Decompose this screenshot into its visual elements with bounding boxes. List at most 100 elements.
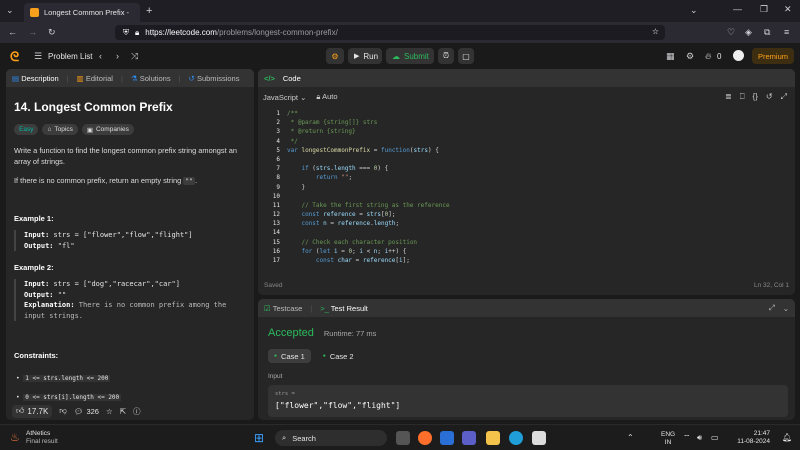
widget-news[interactable]: AtNetics Final result [26,430,58,446]
reload-icon[interactable]: ↻ [48,27,56,38]
tab-editorial[interactable]: ▥ Editorial [77,74,113,83]
extension-icon[interactable]: ◈ [745,27,752,38]
menu-icon[interactable]: ≡ [784,27,789,37]
edge-icon[interactable] [509,431,523,445]
dropbox-icon[interactable] [440,431,454,445]
next-problem-icon[interactable]: › [116,51,119,61]
dislike-button[interactable]: 👎︎ [59,406,67,416]
windows-start-icon[interactable]: ⊞ [254,431,264,445]
result-tabs: ☑ Testcase | >_ Test Result ⤢ ⌄ [258,299,795,317]
language-indicator[interactable]: ENG IN [661,431,675,447]
code-editor[interactable]: 1 2 3 4 5 6 7 8 9 10 11 12 13 14 15 16 1… [258,109,795,272]
submit-button[interactable]: ☁ Submit [386,48,434,64]
line-numbers: 1 2 3 4 5 6 7 8 9 10 11 12 13 14 15 16 1… [272,110,280,264]
problem-list-icon[interactable]: ☰ [34,51,42,62]
shuffle-icon[interactable]: ⤨ [131,51,138,62]
like-button[interactable]: 👍︎ 17.7K [12,404,53,418]
notes-button[interactable]: ▢ [458,48,474,64]
problem-list-link[interactable]: Problem List [48,52,92,61]
checkbox-icon: ☑ [264,303,271,313]
url-bar[interactable]: ⛨ 🔒︎ https://leetcode.com/problems/longe… [115,25,665,40]
tab-description[interactable]: ▤ Description [12,74,59,83]
store-icon[interactable] [532,431,546,445]
minimize-icon[interactable]: — [733,4,742,14]
favorite-star-icon[interactable]: ☆ [106,407,113,416]
new-tab-icon[interactable]: + [146,5,152,17]
battery-icon[interactable]: ▭ [711,433,719,442]
tab-title: Longest Common Prefix - Leet [44,8,129,17]
premium-button[interactable]: Premium [752,48,794,64]
streak-count: 0 [717,52,722,61]
prev-problem-icon[interactable]: ‹ [99,51,102,61]
browser-tab[interactable]: Longest Common Prefix - Leet ✕ [24,3,140,22]
lock-icon: 🔒︎ [316,92,321,101]
pass-dot-icon: ● [322,353,326,359]
collapse-icon[interactable]: ⌄ [783,304,789,313]
pocket-icon[interactable]: ♡ [727,27,735,38]
maximize-icon[interactable]: ❐ [760,4,768,15]
volume-icon[interactable]: 🔊︎ [697,433,702,443]
premium-label: Premium [757,51,788,61]
bookmark-star-icon[interactable]: ☆ [652,27,659,36]
fullscreen-icon[interactable]: ⤢ [781,92,787,102]
accepted-status: Accepted [268,327,314,339]
task-view-icon[interactable] [396,431,410,445]
layout-icon[interactable]: ▦ [666,51,675,62]
code-header: </> Code [258,69,795,87]
clock[interactable]: 21:47 11-08-2024 [724,430,770,446]
alarm-button[interactable]: ⏰︎ [438,48,454,64]
tray-chevron-icon[interactable]: ⌃ [627,433,634,442]
tab-overflow-icon[interactable]: ⌄ [690,5,698,16]
leetcode-favicon-icon [30,8,39,17]
forward-icon[interactable]: → [28,27,37,37]
language-select[interactable]: JavaScript ⌄ [263,93,306,102]
editor-options: JavaScript ⌄ 🔒︎ Auto [263,92,338,102]
notification-bell-icon[interactable]: 🔔︎ [782,433,792,442]
taskbar-search[interactable]: ⌕ Search [275,430,387,446]
leetcode-logo-icon[interactable]: ᘓ [10,49,22,64]
teams-icon[interactable] [462,431,476,445]
browser-nav-bar: ← → ↻ ⛨ 🔒︎ https://leetcode.com/problems… [0,22,800,43]
example2-title: Example 2: [14,263,54,272]
debug-button[interactable]: ⚙ [326,48,344,64]
tab-submissions[interactable]: ↺ Submissions [189,74,240,83]
settings-gear-icon[interactable]: ⚙ [686,51,694,62]
expand-icon[interactable]: ⤢ [769,303,775,313]
file-explorer-icon[interactable] [486,431,500,445]
url-domain: https://leetcode.com [145,28,217,37]
code-title: Code [282,73,301,83]
streak-fire-icon[interactable]: 🔥︎ [705,51,712,62]
topics-chip[interactable]: ⌂ Topics [42,124,78,135]
tab-list-icon[interactable]: ⌄ [6,5,14,16]
firefox-icon[interactable] [418,431,432,445]
back-icon[interactable]: ← [8,27,17,37]
editor-tools: ≣ ⎕ {} ↺ ⤢ [725,92,787,102]
tab-test-result[interactable]: >_ Test Result [320,304,368,313]
share-icon[interactable]: ⇱ [120,407,126,416]
submit-label: Submit [404,51,429,61]
extensions-puzzle-icon[interactable]: ⧉ [764,27,770,38]
tab-solutions[interactable]: ⚗ Solutions [131,74,171,83]
reset-icon[interactable]: ↺ [766,92,773,102]
format-icon[interactable]: ≣ [725,92,732,102]
weather-icon[interactable]: ♨ [10,431,20,444]
comments-button[interactable]: 💬︎ 326 [74,407,99,416]
comment-icon: 💬︎ [73,406,84,416]
play-icon: ▶ [354,53,360,60]
companies-chip[interactable]: ▣ Companies [81,124,134,135]
help-icon[interactable]: ⓘ [133,406,141,417]
case-tabs: ● Case 1 ● Case 2 [268,349,360,363]
case1-tab[interactable]: ● Case 1 [268,349,311,363]
bookmark-icon[interactable]: ⎕ [740,92,745,102]
run-button[interactable]: ▶ Run [348,48,382,64]
tab-testcase[interactable]: ☑ Testcase [264,304,302,313]
case2-tab[interactable]: ● Case 2 [317,349,360,363]
auto-mode[interactable]: 🔒︎ Auto [316,92,337,102]
close-window-icon[interactable]: ✕ [784,4,792,15]
runtime-text: Runtime: 77 ms [323,329,377,338]
avatar[interactable] [733,50,744,61]
difficulty-badge: Easy [14,124,39,135]
problem-statement: Write a function to find the longest com… [14,146,237,166]
braces-icon[interactable]: {} [753,92,758,102]
wifi-icon[interactable]: ⌔ [683,433,691,443]
